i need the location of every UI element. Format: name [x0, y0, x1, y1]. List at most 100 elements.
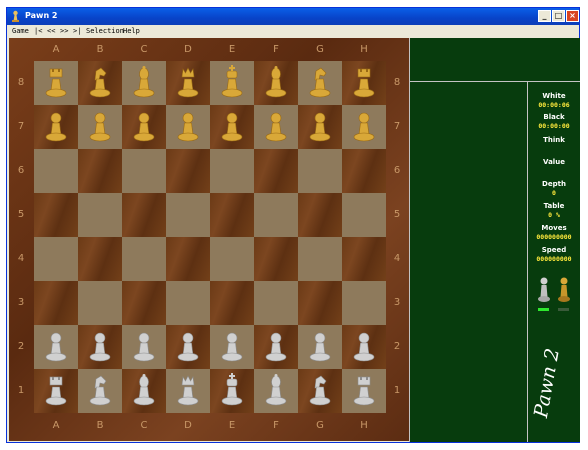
square-b7[interactable]	[78, 105, 122, 149]
square-d8[interactable]	[166, 61, 210, 105]
square-d1[interactable]	[166, 369, 210, 413]
square-f3[interactable]	[254, 281, 298, 325]
chess-board[interactable]	[34, 61, 386, 413]
black-knight-icon[interactable]	[307, 65, 333, 99]
square-g2[interactable]	[298, 325, 342, 369]
black-pawn-icon[interactable]	[87, 109, 113, 143]
square-h8[interactable]	[342, 61, 386, 105]
square-d6[interactable]	[166, 149, 210, 193]
square-b2[interactable]	[78, 325, 122, 369]
square-b1[interactable]	[78, 369, 122, 413]
square-f1[interactable]	[254, 369, 298, 413]
white-pawn-icon[interactable]	[131, 329, 157, 363]
square-c3[interactable]	[122, 281, 166, 325]
white-knight-icon[interactable]	[307, 373, 333, 407]
close-button[interactable]: ×	[566, 10, 579, 22]
square-b8[interactable]	[78, 61, 122, 105]
square-b4[interactable]	[78, 237, 122, 281]
square-g1[interactable]	[298, 369, 342, 413]
square-c1[interactable]	[122, 369, 166, 413]
square-a5[interactable]	[34, 193, 78, 237]
square-e5[interactable]	[210, 193, 254, 237]
white-king-icon[interactable]	[219, 373, 245, 407]
black-king-icon[interactable]	[219, 65, 245, 99]
square-g7[interactable]	[298, 105, 342, 149]
square-e6[interactable]	[210, 149, 254, 193]
menu-selection[interactable]: Selection	[86, 27, 124, 35]
black-queen-icon[interactable]	[175, 65, 201, 99]
square-f4[interactable]	[254, 237, 298, 281]
square-e2[interactable]	[210, 325, 254, 369]
square-g5[interactable]	[298, 193, 342, 237]
black-bishop-icon[interactable]	[131, 65, 157, 99]
square-e8[interactable]	[210, 61, 254, 105]
black-knight-icon[interactable]	[87, 65, 113, 99]
square-a8[interactable]	[34, 61, 78, 105]
white-pawn-icon[interactable]	[307, 329, 333, 363]
square-d7[interactable]	[166, 105, 210, 149]
square-a2[interactable]	[34, 325, 78, 369]
square-d4[interactable]	[166, 237, 210, 281]
white-bishop-icon[interactable]	[131, 373, 157, 407]
square-c6[interactable]	[122, 149, 166, 193]
black-pawn-icon[interactable]	[307, 109, 333, 143]
black-pawn-icon[interactable]	[131, 109, 157, 143]
white-pawn-icon[interactable]	[43, 329, 69, 363]
square-h7[interactable]	[342, 105, 386, 149]
square-g4[interactable]	[298, 237, 342, 281]
black-pawn-icon[interactable]	[219, 109, 245, 143]
square-a7[interactable]	[34, 105, 78, 149]
menu-game[interactable]: Game	[12, 27, 29, 35]
nav-last-button[interactable]: >|	[73, 27, 81, 35]
white-pawn-icon[interactable]	[219, 329, 245, 363]
white-pawn-icon[interactable]	[87, 329, 113, 363]
square-b5[interactable]	[78, 193, 122, 237]
square-f5[interactable]	[254, 193, 298, 237]
square-b3[interactable]	[78, 281, 122, 325]
square-h2[interactable]	[342, 325, 386, 369]
white-pawn-icon[interactable]	[351, 329, 377, 363]
square-d2[interactable]	[166, 325, 210, 369]
white-rook-icon[interactable]	[351, 373, 377, 407]
black-pawn-icon[interactable]	[43, 109, 69, 143]
nav-prev-button[interactable]: <<	[47, 27, 55, 35]
square-g3[interactable]	[298, 281, 342, 325]
square-h3[interactable]	[342, 281, 386, 325]
square-f7[interactable]	[254, 105, 298, 149]
square-h5[interactable]	[342, 193, 386, 237]
square-h1[interactable]	[342, 369, 386, 413]
square-a3[interactable]	[34, 281, 78, 325]
square-f6[interactable]	[254, 149, 298, 193]
white-pawn-icon[interactable]	[175, 329, 201, 363]
maximize-button[interactable]: □	[552, 10, 565, 22]
black-rook-icon[interactable]	[351, 65, 377, 99]
black-pawn-icon[interactable]	[263, 109, 289, 143]
square-b6[interactable]	[78, 149, 122, 193]
square-d5[interactable]	[166, 193, 210, 237]
white-rook-icon[interactable]	[43, 373, 69, 407]
title-bar[interactable]: Pawn 2 _ □ ×	[7, 8, 579, 25]
square-c5[interactable]	[122, 193, 166, 237]
black-pawn-icon[interactable]	[351, 109, 377, 143]
white-bishop-icon[interactable]	[263, 373, 289, 407]
white-queen-icon[interactable]	[175, 373, 201, 407]
square-e3[interactable]	[210, 281, 254, 325]
square-g6[interactable]	[298, 149, 342, 193]
square-e4[interactable]	[210, 237, 254, 281]
menu-help[interactable]: Help	[123, 27, 140, 35]
minimize-button[interactable]: _	[538, 10, 551, 22]
square-d3[interactable]	[166, 281, 210, 325]
square-c2[interactable]	[122, 325, 166, 369]
square-a6[interactable]	[34, 149, 78, 193]
black-bishop-icon[interactable]	[263, 65, 289, 99]
square-a4[interactable]	[34, 237, 78, 281]
nav-next-button[interactable]: >>	[60, 27, 68, 35]
nav-first-button[interactable]: |<	[34, 27, 42, 35]
square-e1[interactable]	[210, 369, 254, 413]
square-c8[interactable]	[122, 61, 166, 105]
square-a1[interactable]	[34, 369, 78, 413]
black-pawn-icon[interactable]	[175, 109, 201, 143]
square-c4[interactable]	[122, 237, 166, 281]
white-pawn-icon[interactable]	[263, 329, 289, 363]
white-knight-icon[interactable]	[87, 373, 113, 407]
